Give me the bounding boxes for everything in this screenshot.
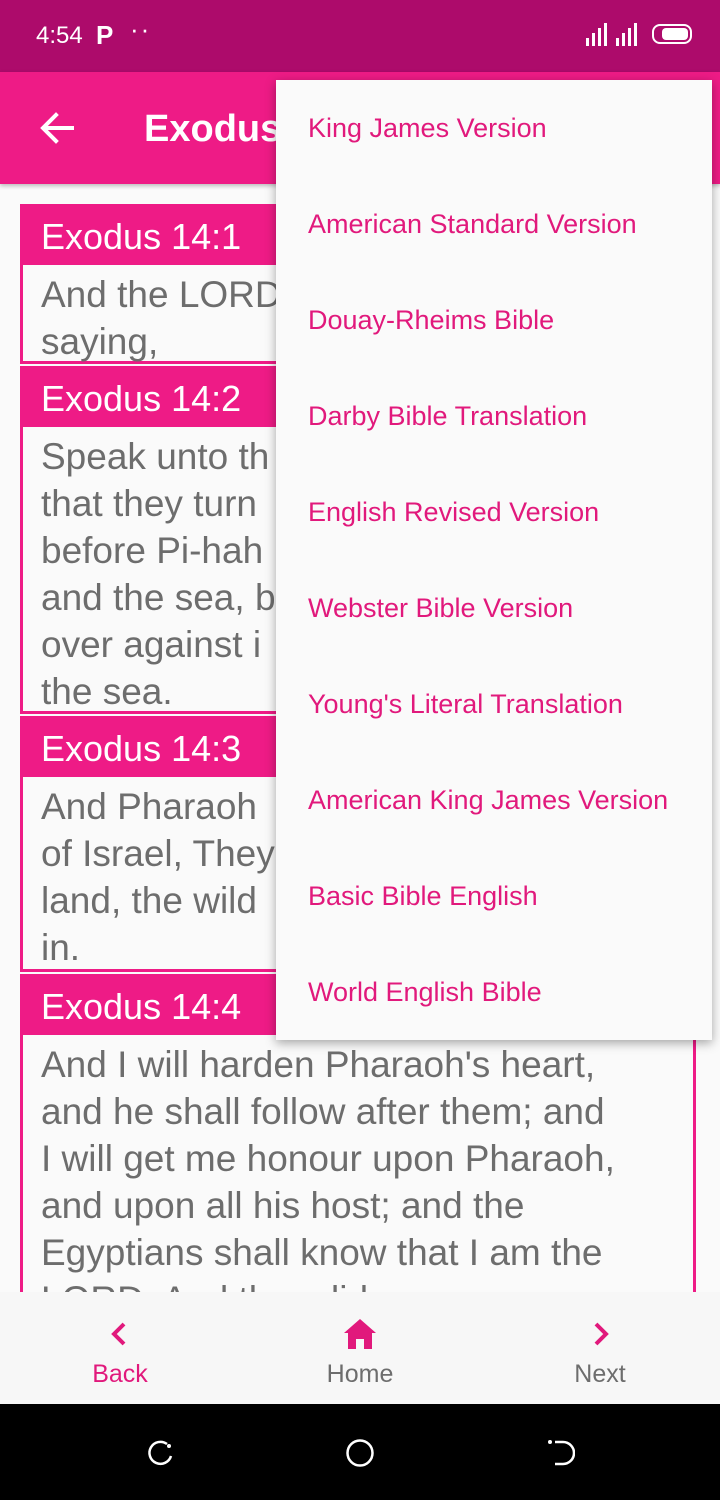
bottom-nav: Back Home Next [0, 1292, 720, 1404]
menu-item-king-james[interactable]: King James Version [276, 80, 712, 176]
menu-item-darby[interactable]: Darby Bible Translation [276, 368, 712, 464]
menu-item-basic-bible-english[interactable]: Basic Bible English [276, 848, 712, 944]
chevron-right-icon [594, 1322, 609, 1346]
menu-item-webster[interactable]: Webster Bible Version [276, 560, 712, 656]
home-button[interactable]: Home [240, 1292, 480, 1404]
next-button[interactable]: Next [480, 1292, 720, 1404]
next-label: Next [574, 1360, 626, 1388]
version-menu: King James Version American Standard Ver… [276, 80, 712, 1040]
menu-item-douay-rheims[interactable]: Douay-Rheims Bible [276, 272, 712, 368]
back-nav-icon[interactable] [545, 1438, 575, 1468]
menu-item-youngs-literal[interactable]: Young's Literal Translation [276, 656, 712, 752]
menu-item-american-standard[interactable]: American Standard Version [276, 176, 712, 272]
battery-icon [652, 24, 692, 44]
menu-item-english-revised[interactable]: English Revised Version [276, 464, 712, 560]
arrow-left-icon[interactable] [36, 106, 80, 150]
home-circle-icon[interactable] [345, 1438, 375, 1468]
system-nav-bar [0, 1404, 720, 1500]
home-label: Home [326, 1360, 394, 1388]
p-icon: P [96, 20, 114, 50]
menu-item-american-king-james[interactable]: American King James Version [276, 752, 712, 848]
back-button[interactable]: Back [0, 1292, 240, 1404]
chevron-left-icon [111, 1322, 126, 1346]
page-title: Exodus [144, 108, 282, 150]
home-icon [344, 1319, 376, 1349]
status-time: 4:54 [36, 22, 83, 49]
status-bar: 4:54 P ·· [0, 0, 720, 72]
recents-icon[interactable] [145, 1438, 175, 1468]
back-label: Back [92, 1360, 148, 1388]
signal-icon [586, 23, 637, 46]
more-dots-icon: ·· [130, 14, 152, 44]
verse-text: And I will harden Pharaoh's heart, and h… [41, 1044, 615, 1292]
menu-item-world-english[interactable]: World English Bible [276, 944, 712, 1040]
